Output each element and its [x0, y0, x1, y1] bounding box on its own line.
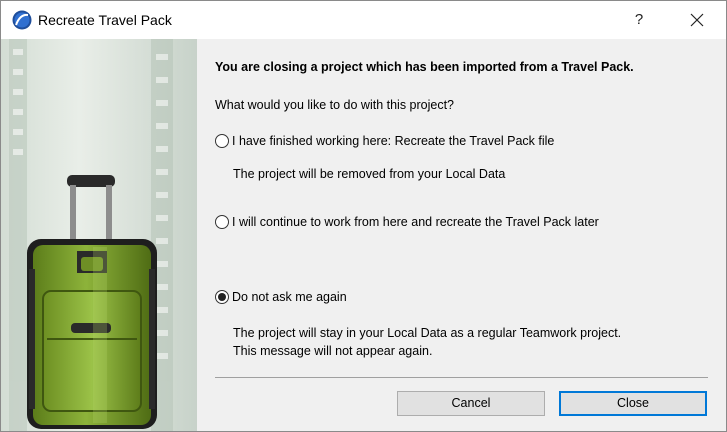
radio-do-not-ask-again[interactable]: Do not ask me again: [215, 290, 347, 304]
option-note: The project will stay in your Local Data…: [233, 326, 622, 340]
radio-label: Do not ask me again: [232, 290, 347, 304]
option-note: The project will be removed from your Lo…: [233, 167, 506, 181]
help-button[interactable]: ?: [627, 8, 651, 32]
dialog-question: What would you like to do with this proj…: [215, 98, 455, 112]
radio-button-selected[interactable]: [215, 290, 229, 304]
suitcase-illustration: [1, 39, 197, 431]
travel-pack-illustration: [1, 39, 197, 431]
dialog-window: Recreate Travel Pack ? You are closing a…: [0, 0, 727, 432]
window-title: Recreate Travel Pack: [38, 12, 172, 28]
radio-recreate-travel-pack[interactable]: I have finished working here: Recreate t…: [215, 134, 554, 148]
dialog-content: You are closing a project which has been…: [197, 39, 726, 431]
divider: [215, 377, 708, 378]
cancel-button[interactable]: Cancel: [397, 391, 545, 416]
radio-label: I will continue to work from here and re…: [232, 215, 599, 229]
radio-label: I have finished working here: Recreate t…: [232, 134, 555, 148]
radio-continue-later[interactable]: I will continue to work from here and re…: [215, 215, 599, 229]
radio-button[interactable]: [215, 215, 229, 229]
radio-button[interactable]: [215, 134, 229, 148]
close-icon[interactable]: [685, 8, 709, 32]
option-note: This message will not appear again.: [233, 344, 433, 358]
close-button[interactable]: Close: [559, 391, 707, 416]
archicad-icon: [12, 10, 32, 30]
title-bar: Recreate Travel Pack ?: [1, 1, 726, 39]
dialog-heading: You are closing a project which has been…: [215, 60, 634, 74]
